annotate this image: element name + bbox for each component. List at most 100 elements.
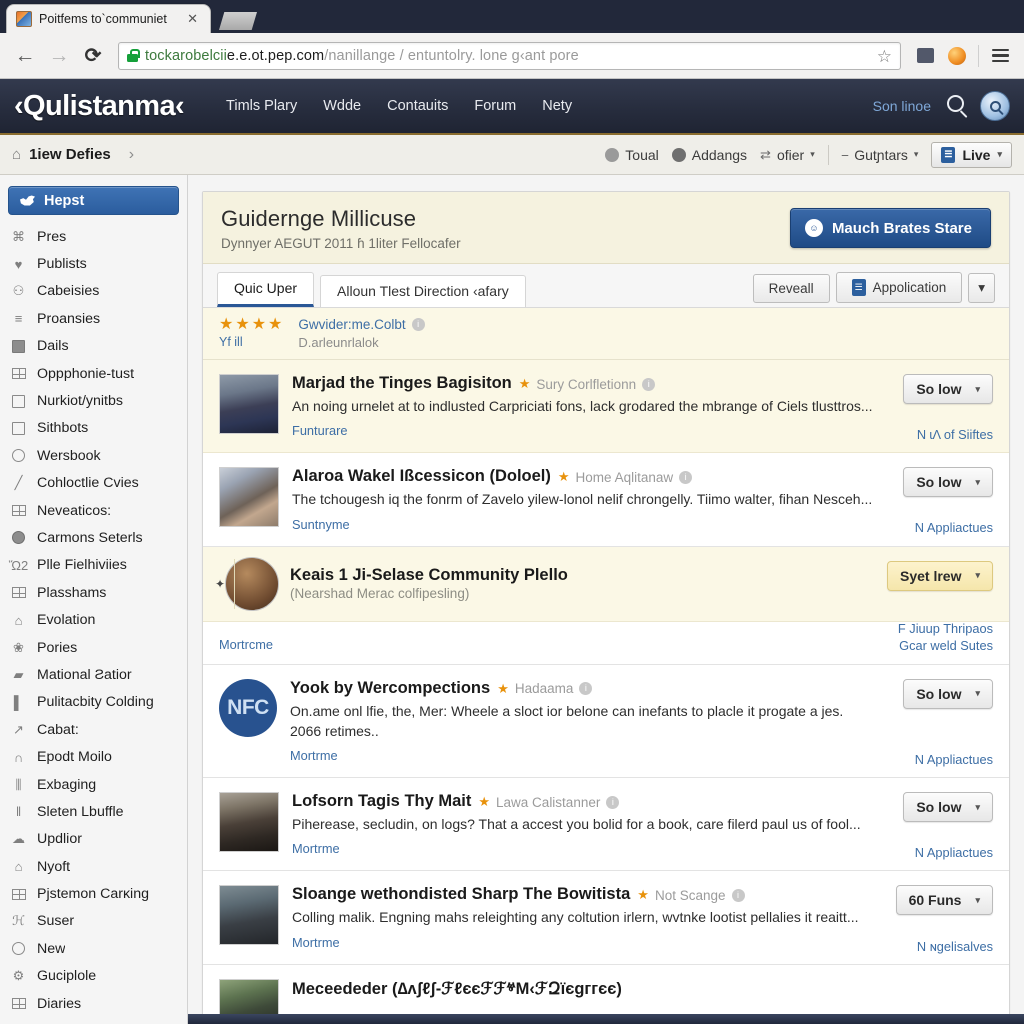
toolbar-divider bbox=[978, 44, 979, 67]
sidebar-item-16[interactable]: ▰ Mational Ƨatior bbox=[0, 661, 187, 688]
sidebar-item-13[interactable]: Plasshams bbox=[0, 579, 187, 606]
table-row[interactable]: NFC Yook by Wercompections ★ Hadaama i On.ame… bbox=[203, 665, 1009, 779]
reveal-button[interactable]: Reveall bbox=[752, 274, 830, 303]
sidebar-item-20[interactable]: ⫼ Exbaging bbox=[0, 771, 187, 798]
rating-title[interactable]: Gwvider:me.Colbt i bbox=[298, 317, 425, 332]
sidebar-item-8[interactable]: Wersbook bbox=[0, 442, 187, 469]
sidebar-item-19[interactable]: ∩ Epodt Moilo bbox=[0, 743, 187, 770]
browser-tab[interactable]: Poitfems to`communiet ✕ bbox=[6, 4, 211, 33]
tab-quic-uper[interactable]: Quic Uper bbox=[217, 272, 315, 307]
row-title[interactable]: Keais 1 Ji-Selase Community Plello bbox=[290, 566, 873, 585]
row-title[interactable]: Yook by Wercompections ★ Hadaama i bbox=[290, 679, 873, 698]
breadcrumb[interactable]: 1iew Defies bbox=[29, 146, 111, 163]
sidebar-item-26[interactable]: New bbox=[0, 935, 187, 962]
sidebar-item-4[interactable]: Dails bbox=[0, 333, 187, 360]
sidebar-item-22[interactable]: ☁ Updlior bbox=[0, 826, 187, 853]
sidebar-item-28[interactable]: Diaries bbox=[0, 990, 187, 1017]
sidebar-item-27[interactable]: ⚙ Guciplole bbox=[0, 963, 187, 990]
extension-profile-icon[interactable] bbox=[943, 42, 971, 70]
row-action-button[interactable]: So low ▾ bbox=[903, 678, 993, 709]
rating-left-label[interactable]: Yf ill bbox=[219, 335, 284, 349]
row-footer-line-2[interactable]: Gcar weld Sutes bbox=[898, 637, 993, 654]
table-row[interactable]: Alaroa Wakel Ißcessicon (Doloel) ★ Home Aq… bbox=[203, 453, 1009, 547]
sidebar-item-3[interactable]: ≡ Proansies bbox=[0, 305, 187, 332]
reload-button[interactable]: ⟳ bbox=[78, 41, 108, 71]
sidebar-item-0[interactable]: ⌘ Pres bbox=[0, 223, 187, 250]
row-link[interactable]: Suntnyme bbox=[292, 517, 350, 532]
sidebar-item-21[interactable]: ‖ Sleten Lbuffle bbox=[0, 798, 187, 825]
nav-item-3[interactable]: Forum bbox=[474, 98, 516, 114]
sidebar-item-6[interactable]: Nurkiot/ynitbs bbox=[0, 387, 187, 414]
subbar-item-guttars[interactable]: ⎯ Gutɲtars ▾ bbox=[842, 147, 919, 163]
row-footer-link[interactable]: N ɩΛ of Siiftes bbox=[917, 426, 993, 443]
row-title[interactable]: Meceededer (∆ʌʃℓʃ-ℱℓєєℱℱⱍΜ‹ℱԶїєɡггєє) bbox=[292, 979, 873, 999]
sign-in-link[interactable]: Son linoe bbox=[873, 98, 931, 114]
subbar-item-toual[interactable]: Toual bbox=[605, 147, 659, 163]
row-link[interactable]: Mortrme bbox=[292, 935, 340, 950]
sidebar-item-12[interactable]: Ὥ2 Plle Fielhiviies bbox=[0, 552, 187, 579]
sidebar-item-18[interactable]: ↗ Cabat: bbox=[0, 716, 187, 743]
row-action-button[interactable]: So low ▾ bbox=[903, 467, 993, 498]
row-action-button[interactable]: So low ▾ bbox=[903, 792, 993, 823]
pin-icon[interactable]: ✦ bbox=[215, 577, 225, 591]
forward-button[interactable]: → bbox=[44, 41, 74, 71]
home-icon[interactable]: ⌂ bbox=[12, 146, 21, 163]
sidebar-item-23[interactable]: ⌂ Nyoft bbox=[0, 853, 187, 880]
row-footer-line-1[interactable]: F Jiuup Thripaos bbox=[898, 620, 993, 637]
address-bar[interactable]: tockarobelciie.e.ot.pep.com/nanillange /… bbox=[118, 41, 901, 70]
sidebar-item-5[interactable]: Oppphonie-tust bbox=[0, 360, 187, 387]
sidebar-item-11[interactable]: Carmons Seterls bbox=[0, 524, 187, 551]
search-icon[interactable] bbox=[947, 95, 964, 117]
search-badge-icon[interactable] bbox=[980, 91, 1010, 121]
nav-item-4[interactable]: Nety bbox=[542, 98, 572, 114]
table-row[interactable]: Sloange wethondisted Sharp The Bowitista… bbox=[203, 871, 1009, 965]
row-action-button[interactable]: 60 Funs ▾ bbox=[895, 885, 993, 916]
tab-alloun-tlest[interactable]: Alloun Tlest Direction ‹afary bbox=[320, 275, 526, 307]
row-title[interactable]: Marjad the Tinges Bagisiton ★ Sury Corlfle… bbox=[292, 374, 873, 393]
row-title[interactable]: Sloange wethondisted Sharp The Bowitista… bbox=[292, 885, 873, 904]
sidebar-item-9[interactable]: ╱ Cohloctlie Cvies bbox=[0, 470, 187, 497]
row-link[interactable]: Mortrcme bbox=[219, 637, 273, 652]
sidebar-item-7[interactable]: Sithbots bbox=[0, 415, 187, 442]
site-logo[interactable]: ‹Qulistanma‹ bbox=[14, 90, 185, 123]
subbar-item-addangs[interactable]: Addangs bbox=[671, 147, 747, 163]
sidebar-item-24[interactable]: Pjstemon Carĸing bbox=[0, 880, 187, 907]
live-button[interactable]: ☰ Live ▾ bbox=[931, 141, 1012, 168]
sidebar-item-10[interactable]: Neveaticos: bbox=[0, 497, 187, 524]
nav-item-1[interactable]: Wdde bbox=[323, 98, 361, 114]
extension-notes-icon[interactable] bbox=[911, 42, 939, 70]
row-title[interactable]: Lofsorn Tagis Thy Mait ★ Lawa Calistanner i bbox=[292, 792, 873, 811]
sidebar-item-15[interactable]: ❀ Pories bbox=[0, 634, 187, 661]
nav-item-0[interactable]: Timls Plary bbox=[226, 98, 297, 114]
sidebar-item-14[interactable]: ⌂ Evolation bbox=[0, 606, 187, 633]
row-footer-links[interactable]: F Jiuup Thripaos Gcar weld Sutes bbox=[898, 620, 993, 655]
row-footer-link[interactable]: N Appliactues bbox=[915, 519, 993, 536]
row-action-button[interactable]: Syet lrew ▾ bbox=[886, 560, 993, 591]
sidebar-item-25[interactable]: ℋ Suser bbox=[0, 908, 187, 935]
row-footer-link[interactable]: N ɴgelisalves bbox=[917, 938, 993, 955]
subbar-item-ofier[interactable]: ⇄ ofier ▾ bbox=[760, 147, 815, 163]
application-button[interactable]: ☰ Appolication bbox=[835, 272, 963, 303]
row-link[interactable]: Mortrme bbox=[290, 748, 338, 763]
row-footer-link[interactable]: N Appliactues bbox=[915, 844, 993, 861]
bookmark-star-icon[interactable]: ☆ bbox=[877, 47, 892, 67]
table-row[interactable]: Marjad the Tinges Bagisiton ★ Sury Corlfle… bbox=[203, 360, 1009, 454]
row-action-button[interactable]: So low ▾ bbox=[903, 374, 993, 404]
sidebar-primary-button[interactable]: Hepst bbox=[8, 186, 179, 215]
browser-menu-icon[interactable] bbox=[986, 42, 1014, 70]
new-tab-button[interactable] bbox=[219, 12, 257, 30]
primary-cta-button[interactable]: ☺ Mauch Brates Stare bbox=[789, 208, 991, 248]
row-link[interactable]: Mortrme bbox=[292, 841, 340, 856]
sidebar-item-2[interactable]: ⚇ Cabeisies bbox=[0, 278, 187, 305]
row-title[interactable]: Alaroa Wakel Ißcessicon (Doloel) ★ Home Aq… bbox=[292, 467, 873, 486]
more-actions-button[interactable]: ▾ bbox=[968, 273, 995, 303]
row-footer-link[interactable]: N Appliactues bbox=[915, 751, 993, 768]
sidebar-item-1[interactable]: ♥ Publists bbox=[0, 250, 187, 277]
close-icon[interactable]: ✕ bbox=[185, 11, 200, 27]
row-link[interactable]: Funturare bbox=[292, 423, 347, 438]
sidebar-item-17[interactable]: ▌ Pulitacbity Colding bbox=[0, 689, 187, 716]
back-button[interactable]: ← bbox=[10, 41, 40, 71]
table-row[interactable]: ✦ Keais 1 Ji-Selase Community Plello (Near… bbox=[203, 546, 1009, 622]
table-row[interactable]: Lofsorn Tagis Thy Mait ★ Lawa Calistanner i… bbox=[203, 778, 1009, 872]
nav-item-2[interactable]: Contauits bbox=[387, 98, 448, 114]
